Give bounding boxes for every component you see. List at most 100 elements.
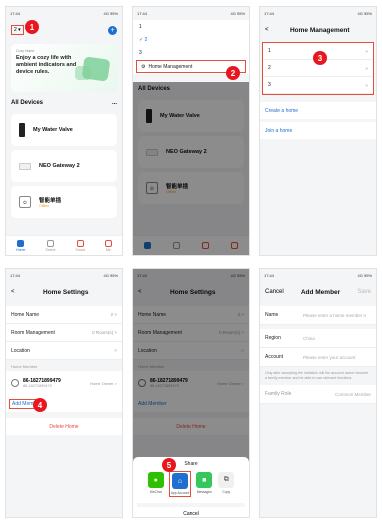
region-value: China — [303, 335, 315, 341]
share-messages[interactable]: ■ Messages — [195, 471, 213, 497]
room-management-row[interactable]: Room Management 0 Room(s) > — [6, 324, 122, 342]
step-badge-1: 1 — [25, 20, 39, 34]
status-bar: 17:44 4G 95% — [260, 7, 376, 20]
tab-me[interactable]: Me — [104, 239, 112, 252]
banner-label: Cozy Home — [16, 49, 35, 53]
device-name: NEO Gateway 2 — [39, 163, 80, 169]
member-section-label: Home Member — [11, 364, 38, 369]
device-name: My Water Valve — [33, 127, 73, 133]
share-label: WeChat — [149, 490, 162, 494]
dropdown-item-home-2[interactable]: ✓ 2 — [133, 33, 249, 46]
tab-label: Smart — [75, 247, 85, 252]
status-indicators: 4G 95% — [357, 11, 372, 16]
home-header: 2 ▾ + — [6, 20, 122, 40]
status-indicators: 4G 95% — [357, 273, 372, 278]
status-indicators: 4G 95% — [230, 11, 245, 16]
share-label: Messages — [196, 490, 212, 494]
account-input[interactable]: Please enter your account — [303, 355, 355, 360]
add-icon[interactable]: + — [108, 25, 117, 35]
plug-icon: ⏻ — [19, 196, 31, 208]
back-icon[interactable]: < — [265, 27, 269, 33]
banner-illustration — [81, 56, 111, 82]
step-badge-5: 5 — [162, 458, 176, 472]
device-name: 智能单插 — [39, 198, 62, 204]
share-copy[interactable]: ⧉ Copy — [217, 471, 235, 497]
location-row[interactable]: Location > — [6, 342, 122, 360]
device-card-plug[interactable]: ⏻ 智能单插 Offline — [11, 186, 117, 218]
status-indicators: 4G 95% — [103, 273, 118, 278]
field-label: Family Role — [265, 391, 292, 397]
step-badge-3: 3 — [313, 51, 327, 65]
share-sheet: Share ● WeChat ⌂ App Account ■ Messages ⧉ Co… — [133, 457, 249, 517]
chevron-right-icon: > — [365, 65, 368, 71]
dropdown-item-home-1[interactable]: 1 — [133, 20, 249, 33]
member-role-text: Home Owner — [89, 380, 114, 386]
page-title: Add Member — [300, 288, 341, 296]
screen-home-settings: 17:44 4G 95% < Home Settings Home Name 2 > … — [5, 268, 123, 518]
tab-smart[interactable]: Smart — [75, 239, 85, 252]
dim-overlay[interactable] — [133, 82, 249, 255]
screen-home-management: 17:44 4G 95% < Home Management 1 > 2 > 3 > Cr… — [259, 6, 377, 256]
nav-header: < Home Management — [260, 20, 376, 40]
join-home-link[interactable]: Join a home — [260, 122, 376, 139]
share-label: Copy — [222, 490, 231, 494]
status-bar: 17:44 4G 95% — [6, 7, 122, 20]
smart-icon — [76, 239, 84, 247]
field-label: Account — [265, 354, 284, 360]
messages-icon: ■ — [196, 472, 213, 488]
promo-banner[interactable]: Cozy Home Enjoy a cozy life with ambient… — [11, 44, 117, 92]
name-input[interactable]: Please enter a home member n — [303, 313, 366, 318]
status-time: 17:44 — [264, 11, 275, 16]
step-badge-2: 2 — [226, 66, 240, 80]
account-field[interactable]: Account Please enter your account — [260, 348, 376, 367]
region-field[interactable]: Region China — [260, 329, 376, 348]
delete-home-button[interactable]: Delete Home — [6, 418, 122, 435]
save-button[interactable]: Save — [357, 289, 371, 295]
status-bar: 17:44 4G 95% — [260, 269, 376, 282]
device-card-valve[interactable]: My Water Valve — [11, 114, 117, 146]
tab-bar: Home Scene Smart Me — [6, 235, 122, 255]
chevron-right-icon: > — [365, 48, 368, 54]
settings-icon: ⚙ — [141, 63, 146, 70]
nav-header: Cancel Add Member Save — [260, 282, 376, 302]
field-label: Name — [265, 312, 279, 318]
share-wechat[interactable]: ● WeChat — [147, 471, 165, 497]
member-info: 86-18271899479 86-18271899479 — [23, 378, 61, 388]
home-name-row[interactable]: Home Name 2 > — [6, 306, 122, 324]
tab-label: Home — [16, 247, 26, 252]
status-time: 17:44 — [137, 11, 148, 16]
dropdown-item-home-3[interactable]: 3 — [133, 46, 249, 59]
chevron-right-icon: > — [365, 82, 368, 88]
share-options: ● WeChat ⌂ App Account ■ Messages ⧉ Copy — [137, 471, 245, 497]
home-switcher-button[interactable]: 2 ▾ — [11, 25, 24, 35]
more-icon[interactable]: ... — [112, 100, 117, 106]
app-account-icon: ⌂ — [171, 473, 188, 489]
share-app-account[interactable]: ⌂ App Account — [168, 471, 192, 497]
devices-section-header: All Devices... — [6, 96, 122, 110]
dropdown-item-label: 2 — [144, 36, 148, 43]
row-label: Room Management — [11, 329, 55, 336]
back-icon[interactable]: < — [11, 289, 15, 295]
member-row[interactable]: 86-18271899479 86-18271899479 Home Owner … — [6, 371, 122, 395]
cancel-button[interactable]: Cancel — [137, 503, 245, 517]
create-home-link[interactable]: Create a home — [260, 102, 376, 119]
tab-label: Me — [106, 247, 111, 252]
family-role-field[interactable]: Family Role Common Member — [260, 385, 376, 404]
home-icon — [17, 239, 25, 247]
status-time: 17:44 — [10, 273, 21, 278]
valve-icon — [19, 123, 25, 137]
member-role: Home Owner > — [89, 380, 117, 386]
home-row-3[interactable]: 3 > — [263, 77, 373, 94]
home-name: 1 — [268, 48, 271, 54]
page-title: Home Management — [289, 26, 350, 34]
status-bar: 17:44 4G 95% — [6, 269, 122, 282]
share-label: App Account — [170, 491, 190, 495]
row-value: 2 > — [110, 312, 117, 317]
tab-home[interactable]: Home — [16, 239, 26, 252]
name-field[interactable]: Name Please enter a home member n — [260, 306, 376, 325]
gateway-icon — [19, 162, 31, 170]
cancel-button[interactable]: Cancel — [265, 289, 284, 295]
tab-scene[interactable]: Scene — [45, 239, 55, 252]
device-card-gateway[interactable]: NEO Gateway 2 — [11, 150, 117, 182]
role-value: Common Member — [334, 391, 371, 397]
